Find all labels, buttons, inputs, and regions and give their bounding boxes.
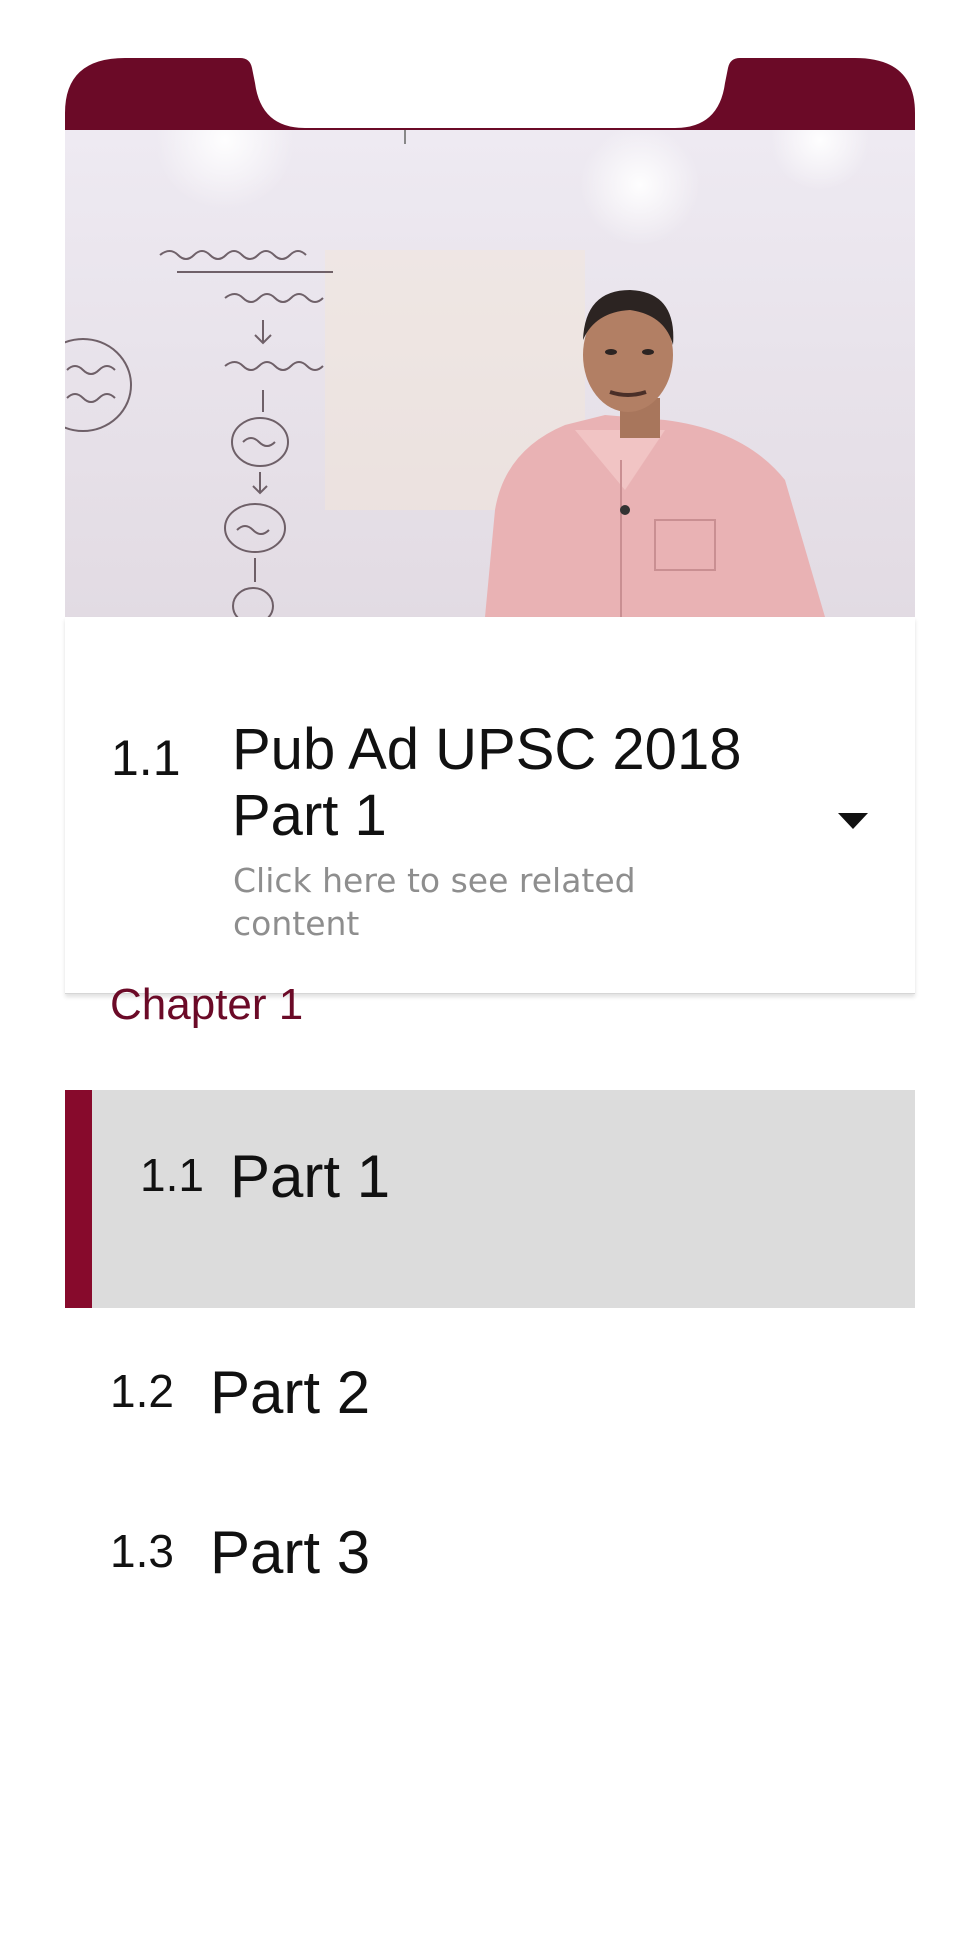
- related-content-link[interactable]: Click here to see related content: [233, 859, 663, 945]
- lesson-number: 1.3: [110, 1525, 174, 1577]
- lesson-number: 1.2: [110, 1365, 174, 1417]
- lesson-item-1-1[interactable]: 1.1 Part 1: [65, 1090, 915, 1308]
- video-player[interactable]: [65, 130, 915, 617]
- now-playing-header[interactable]: 1.1 Pub Ad UPSC 2018 Part 1 Click here t…: [65, 617, 915, 994]
- now-playing-title: Pub Ad UPSC 2018 Part 1: [232, 717, 742, 848]
- lesson-label: Part 1: [230, 1143, 391, 1210]
- lesson-label: Part 3: [210, 1519, 371, 1586]
- lesson-item-1-2[interactable]: 1.2 Part 2: [65, 1310, 915, 1470]
- chapter-title: Chapter 1: [110, 980, 304, 1029]
- video-frame: [65, 130, 915, 617]
- app-screen: 1.1 Pub Ad UPSC 2018 Part 1 Click here t…: [65, 58, 915, 1960]
- status-bar: [65, 58, 915, 130]
- lesson-label: Part 2: [210, 1359, 371, 1426]
- status-bar-notch-shape: [65, 58, 915, 130]
- lesson-number: 1.1: [140, 1149, 204, 1201]
- lesson-item-1-3[interactable]: 1.3 Part 3: [65, 1470, 915, 1630]
- active-indicator: [65, 1090, 92, 1308]
- now-playing-number: 1.1: [111, 730, 181, 786]
- caret-down-icon[interactable]: [838, 813, 868, 829]
